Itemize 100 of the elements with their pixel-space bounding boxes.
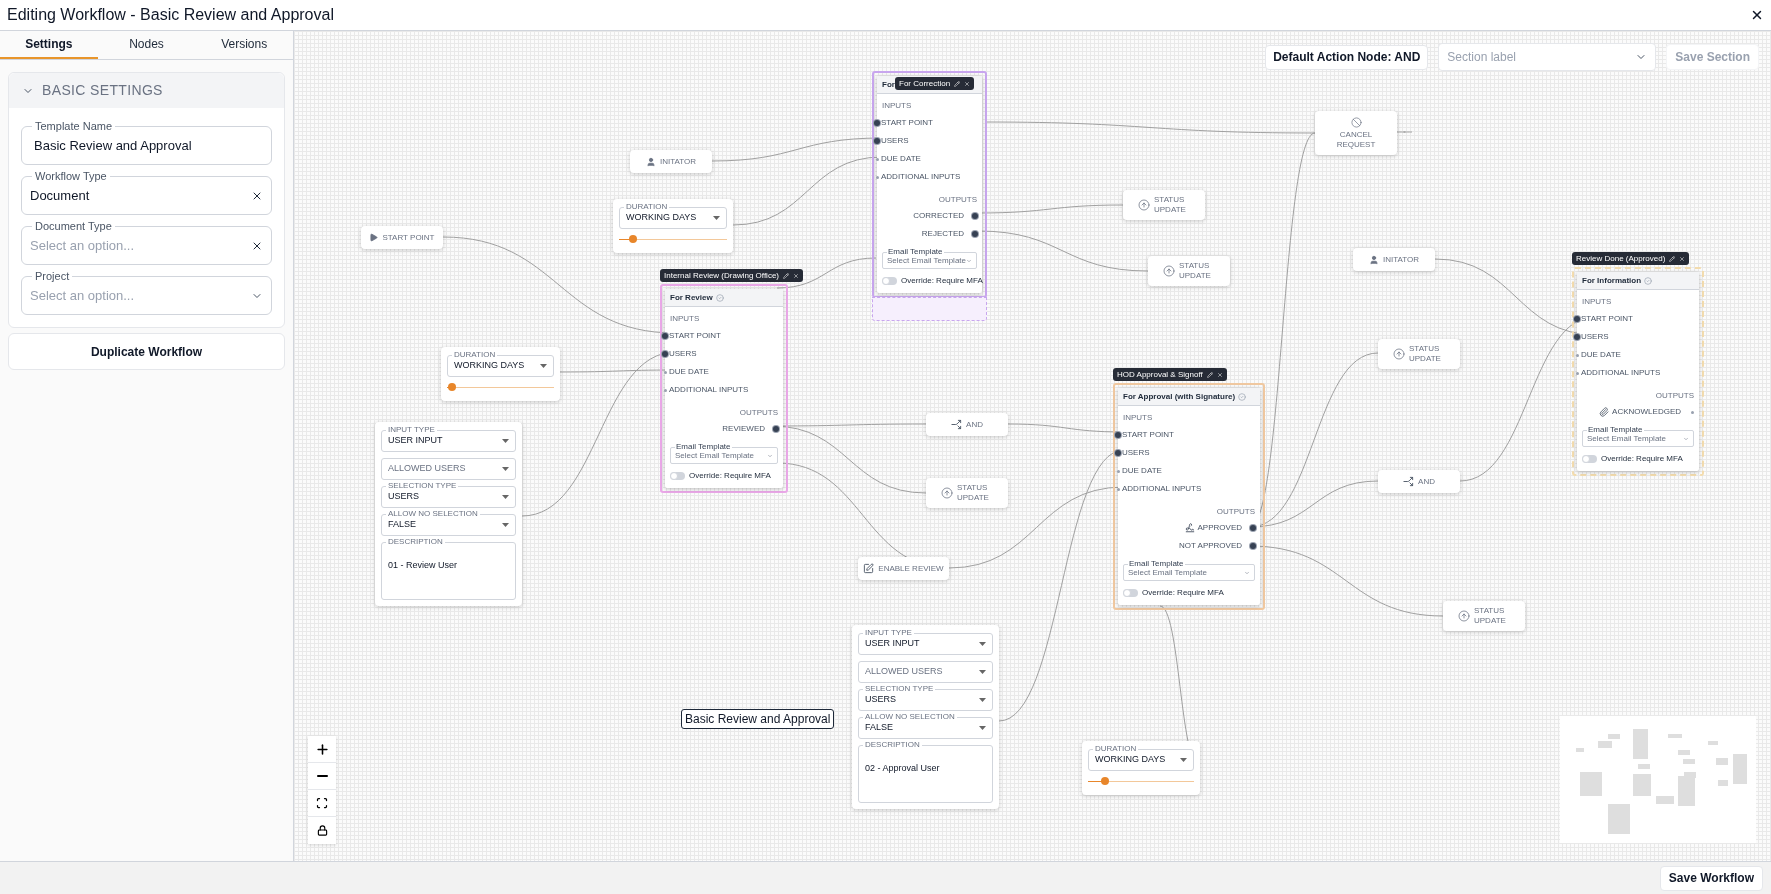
workflow-label: Basic Review and Approval xyxy=(681,709,835,729)
slider-thumb[interactable] xyxy=(629,235,638,243)
input-label: DUE DATE xyxy=(669,366,709,378)
pencil-icon[interactable] xyxy=(1206,371,1213,378)
status-update-node[interactable]: STATUS UPDATE xyxy=(1378,339,1460,369)
pen-square-icon xyxy=(863,563,875,574)
tab[interactable]: Settings xyxy=(0,31,98,59)
chevron-down-icon xyxy=(767,452,773,459)
output-label: APPROVED xyxy=(1197,522,1242,534)
input-label: ADDITIONAL INPUTS xyxy=(669,384,749,396)
pencil-icon[interactable] xyxy=(954,80,961,87)
arrow-up-circle-icon xyxy=(1163,265,1175,277)
override-label: Override: Require MFA xyxy=(689,470,771,482)
tab[interactable]: Nodes xyxy=(97,31,196,59)
and-node[interactable]: AND xyxy=(926,413,1008,436)
slider-track[interactable] xyxy=(619,235,727,243)
status-update-node[interactable]: STATUS UPDATE xyxy=(1443,601,1525,631)
node-label: AND xyxy=(966,419,983,430)
output-label: ACKNOWLEDGED xyxy=(1612,406,1681,418)
toggle-switch[interactable] xyxy=(1123,589,1138,597)
duration-node[interactable]: DURATION WORKING DAYS xyxy=(1082,741,1200,795)
dropdown-arrow-icon xyxy=(713,216,720,220)
arrow-up-circle-icon xyxy=(1393,348,1405,360)
check-circle-icon xyxy=(1644,276,1653,285)
step-node[interactable]: For Review INPUTS START POINT USERS DUE DATE ADDITIONAL INPUTS OUTPUTS REVIEWED Email Template Select Email Template Override: Require MFA xyxy=(665,289,783,488)
section-heading: INPUTS xyxy=(881,100,913,112)
input-label: DUE DATE xyxy=(881,153,921,165)
and-node[interactable]: AND xyxy=(1378,470,1460,493)
window-title: Editing Workflow - Basic Review and Approval xyxy=(7,5,334,25)
enable-review-node[interactable]: ENABLE REVIEW xyxy=(858,557,949,580)
node-label: INITATOR xyxy=(660,156,696,167)
output-label: NOT APPROVED xyxy=(1179,540,1242,552)
input-label: ADDITIONAL INPUTS xyxy=(1581,367,1661,379)
input-label: ADDITIONAL INPUTS xyxy=(881,171,961,183)
pencil-icon[interactable] xyxy=(783,272,789,279)
arrow-up-circle-icon xyxy=(1458,610,1470,622)
override-label: Override: Require MFA xyxy=(1601,453,1683,465)
tab[interactable]: Versions xyxy=(195,31,293,59)
initiator-node[interactable]: INITATOR xyxy=(1353,248,1435,271)
tag-label: Internal Review (Drawing Office) xyxy=(664,270,779,281)
user-input-node[interactable]: INPUT TYPE USER INPUT ALLOWED USERS SELECTION TYPE USERS ALLOW NO SELECTION FALSE DESCRIPTION 01 - Review User xyxy=(375,422,522,606)
connector-line xyxy=(1396,131,1413,133)
input-label: START POINT xyxy=(1581,313,1633,325)
chevron-down-icon xyxy=(1244,569,1250,576)
dropdown-arrow-icon xyxy=(540,364,547,368)
arrow-up-circle-icon xyxy=(1138,199,1150,211)
input-label: DUE DATE xyxy=(1581,349,1621,361)
close-icon[interactable] xyxy=(1750,8,1764,22)
step-tag[interactable]: HOD Approval & Signoff xyxy=(1113,368,1227,381)
node-label: STATUS UPDATE xyxy=(1409,344,1442,364)
slider-thumb[interactable] xyxy=(1100,777,1109,785)
node-label: ENABLE REVIEW xyxy=(878,563,944,574)
paperclip-icon xyxy=(1599,407,1610,417)
slider-track[interactable] xyxy=(1088,777,1194,785)
status-update-node[interactable]: STATUS UPDATE xyxy=(926,478,1008,508)
select-field[interactable]: ALLOWED USERS xyxy=(381,458,516,480)
section-heading: INPUTS xyxy=(1581,296,1613,308)
input-label: START POINT xyxy=(881,117,933,129)
step-tag[interactable]: For Correction xyxy=(895,77,975,90)
toggle-switch[interactable] xyxy=(1582,455,1597,463)
lock-icon xyxy=(316,825,328,836)
input-label: ADDITIONAL INPUTS xyxy=(1122,483,1202,495)
initiator-node[interactable]: INITATOR xyxy=(630,150,712,173)
step-tag[interactable]: Internal Review (Drawing Office) xyxy=(660,269,803,282)
user-input-node[interactable]: INPUT TYPE USER INPUT ALLOWED USERS SELECTION TYPE USERS ALLOW NO SELECTION FALSE DESCRIPTION 02 - Approval User xyxy=(852,625,999,809)
step-node[interactable]: For Information INPUTS START POINT USERS DUE DATE ADDITIONAL INPUTS OUTPUTS ACKNOWLEDGED Email Template Select Email Template Override: Require MFA xyxy=(1577,272,1699,471)
status-update-node[interactable]: STATUS UPDATE xyxy=(1148,256,1230,286)
duplicate-workflow-button[interactable]: Duplicate Workflow xyxy=(8,333,285,370)
node-title: For Approval (with Signature) xyxy=(1123,390,1236,403)
node-label: CANCEL REQUEST xyxy=(1335,129,1377,150)
dropdown-arrow-icon xyxy=(502,495,509,499)
step-node[interactable]: For Approval (with Signature) INPUTS START POINT USERS DUE DATE ADDITIONAL INPUTS OUTPUTS APPROVED NOT APPROVED Email Template Select Email Template Override: Require MFA xyxy=(1118,388,1260,605)
cancel-request-node[interactable]: CANCEL REQUEST xyxy=(1315,111,1397,155)
duration-node[interactable]: DURATION WORKING DAYS xyxy=(613,199,733,253)
toggle-switch[interactable] xyxy=(670,472,685,480)
slider-thumb[interactable] xyxy=(448,383,457,391)
toggle-switch[interactable] xyxy=(882,277,897,285)
check-circle-icon xyxy=(715,293,724,302)
play-icon xyxy=(369,233,379,242)
pencil-icon[interactable] xyxy=(1669,255,1676,262)
chevron-down-icon xyxy=(966,257,972,264)
step-tag[interactable]: Review Done (Approved) xyxy=(1572,252,1690,265)
status-update-node[interactable]: STATUS UPDATE xyxy=(1123,190,1205,220)
duration-node[interactable]: DURATION WORKING DAYS xyxy=(441,347,560,401)
merge-icon xyxy=(1403,476,1415,487)
node-label: INITATOR xyxy=(1383,254,1419,265)
dropdown-arrow-icon xyxy=(979,670,986,674)
output-label: CORRECTED xyxy=(913,210,964,222)
start-point-node[interactable]: START POINT xyxy=(361,226,443,249)
node-label: STATUS UPDATE xyxy=(1154,195,1187,215)
section-header[interactable]: BASIC SETTINGS xyxy=(9,73,284,108)
dropdown-arrow-icon xyxy=(502,439,509,443)
slider-track[interactable] xyxy=(447,383,554,391)
dropdown-arrow-icon xyxy=(979,726,986,730)
node-label: START POINT xyxy=(382,232,435,243)
save-workflow-button[interactable]: Save Workflow xyxy=(1659,865,1763,891)
select-field[interactable]: ALLOWED USERS xyxy=(858,661,993,683)
tag-label: HOD Approval & Signoff xyxy=(1117,369,1203,380)
user-icon xyxy=(646,156,656,167)
node-label: STATUS UPDATE xyxy=(1474,606,1507,626)
